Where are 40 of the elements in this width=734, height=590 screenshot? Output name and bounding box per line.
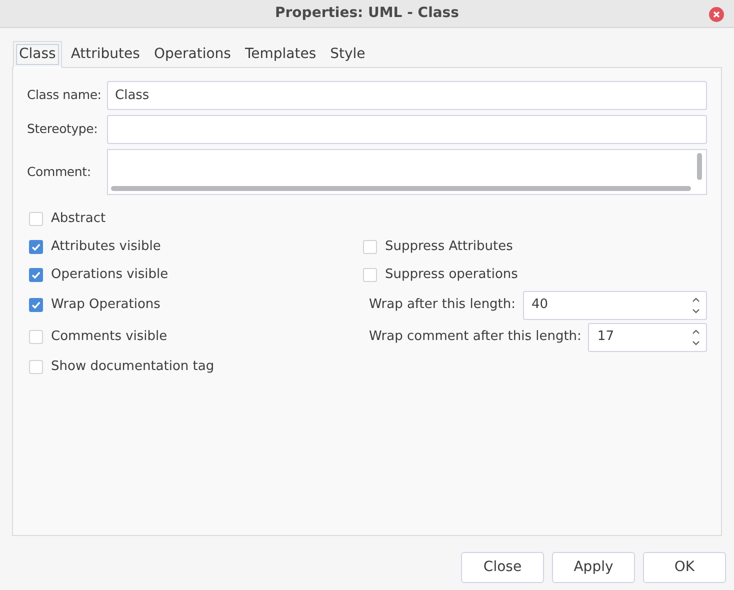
dialog-button[interactable]: OK: [643, 552, 726, 583]
text-field[interactable]: [107, 115, 707, 144]
checkbox-label: Attributes visible: [51, 238, 161, 256]
checkbox[interactable]: [29, 240, 43, 254]
tab[interactable]: Operations: [148, 41, 236, 68]
tab[interactable]: Templates: [240, 41, 322, 68]
tab[interactable]: Style: [325, 41, 370, 68]
checkbox[interactable]: [29, 330, 43, 344]
checkbox-label: Suppress Attributes: [385, 238, 513, 256]
tab[interactable]: Class: [13, 41, 62, 68]
field-label: Wrap after this length:: [369, 296, 516, 314]
spin-value: 17: [597, 328, 615, 346]
scrollbar-thumb[interactable]: [111, 186, 691, 191]
dialog-button[interactable]: Apply: [552, 552, 635, 583]
checkbox[interactable]: [363, 240, 377, 254]
checkbox[interactable]: [29, 212, 43, 226]
spin-value: 40: [532, 296, 550, 314]
scrollbar-thumb[interactable]: [697, 153, 702, 180]
dialog-button[interactable]: Close: [461, 552, 544, 583]
tab[interactable]: Attributes: [66, 41, 145, 68]
field-label: Comment:: [27, 162, 92, 181]
checkbox[interactable]: [363, 268, 377, 282]
text-field[interactable]: Class: [107, 81, 707, 110]
comment-field[interactable]: [107, 149, 707, 195]
checkbox[interactable]: [29, 298, 43, 312]
checkbox-label: Comments visible: [51, 328, 168, 346]
field-label: Stereotype:: [27, 120, 99, 138]
field-label: Wrap comment after this length:: [369, 328, 582, 346]
checkbox[interactable]: [29, 360, 43, 374]
spin-box[interactable]: 40: [522, 290, 707, 320]
checkbox-label: Suppress operations: [385, 266, 518, 284]
checkbox-label: Wrap Operations: [51, 296, 160, 314]
checkbox-label: Operations visible: [51, 266, 168, 284]
window-title: Properties: UML - Class: [275, 4, 459, 23]
checkbox[interactable]: [29, 268, 43, 282]
checkbox-label: Abstract: [51, 210, 106, 228]
close-icon[interactable]: [709, 7, 724, 22]
spin-box[interactable]: 17: [588, 322, 707, 352]
checkbox-label: Show documentation tag: [51, 358, 214, 376]
field-label: Class name:: [27, 86, 102, 104]
